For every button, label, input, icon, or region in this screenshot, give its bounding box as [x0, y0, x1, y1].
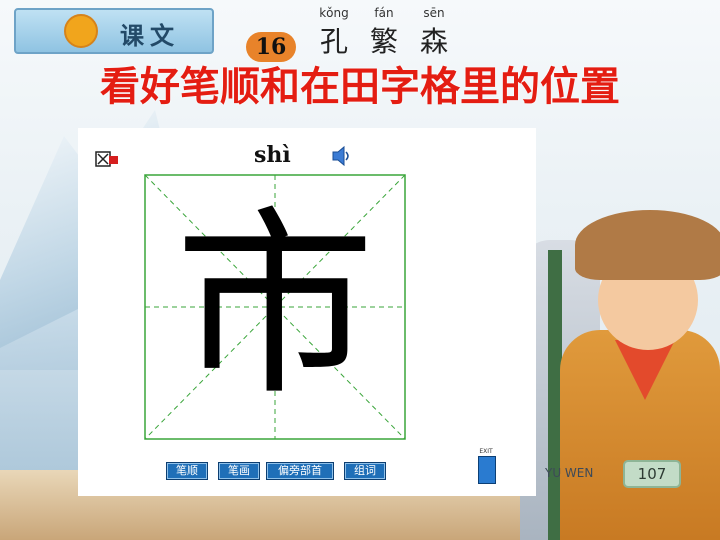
character-pinyin: shì: [254, 142, 291, 168]
sunflower-badge-icon: [64, 14, 98, 48]
page-number: 107: [623, 460, 681, 488]
title-word-pinyin: fán: [374, 6, 394, 20]
lesson-section-tab: 课文: [14, 8, 214, 54]
speaker-icon[interactable]: [330, 144, 352, 168]
title-word-hanzi: 孔: [319, 25, 348, 58]
title-word: sēn 森: [410, 6, 458, 60]
title-word-hanzi: 森: [419, 25, 448, 58]
title-word-hanzi: 繁: [369, 25, 398, 58]
title-word-pinyin: sēn: [423, 6, 445, 20]
subject-label: YU WEN: [545, 466, 594, 480]
radical-button[interactable]: 偏旁部首: [266, 462, 334, 480]
strokes-button[interactable]: 笔画: [218, 462, 260, 480]
boy-hat: [575, 210, 720, 280]
lesson-number-badge: 16: [246, 32, 296, 62]
practice-character: 市: [174, 190, 375, 423]
title-word-pinyin: kǒng: [319, 6, 349, 20]
stroke-order-button[interactable]: 笔顺: [166, 462, 208, 480]
word-building-button[interactable]: 组词: [344, 462, 386, 480]
instruction-heading: 看好笔顺和在田字格里的位置: [100, 64, 620, 110]
exit-door-icon: [478, 456, 496, 484]
title-word: kǒng 孔: [310, 6, 358, 60]
exit-button[interactable]: EXIT: [474, 448, 498, 488]
section-label: 课文: [120, 22, 180, 50]
exit-label: EXIT: [479, 448, 493, 455]
stroke-order-panel: shì 市 笔顺 笔画 偏旁部首 组词 EXIT: [78, 128, 536, 496]
eraser-tool-icon[interactable]: [94, 148, 120, 172]
title-word: fán 繁: [360, 6, 408, 60]
